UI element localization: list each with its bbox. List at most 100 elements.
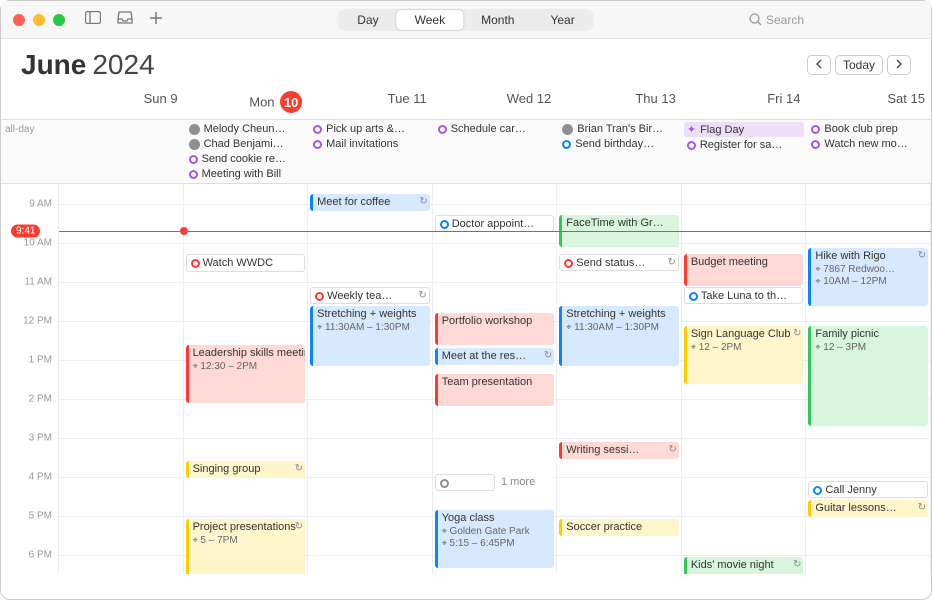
- event-title: FaceTime with Gr…: [566, 217, 663, 229]
- event-dot: [562, 140, 571, 149]
- day-column[interactable]: Budget meeting Take Luna to th… Sign Langu…: [682, 184, 807, 574]
- allday-col: Pick up arts &…Mail invitations: [308, 120, 433, 183]
- allday-event[interactable]: Register for sa…: [684, 138, 805, 152]
- calendar-event[interactable]: Guitar lessons…↻: [808, 500, 928, 517]
- event-title: Send status…: [576, 257, 645, 269]
- calendar-event[interactable]: Yoga class⌖ Golden Gate Park⌖ 5:15 – 6:4…: [435, 510, 555, 568]
- calendar-event[interactable]: Watch WWDC: [186, 254, 306, 272]
- allday-event[interactable]: Book club prep: [808, 122, 929, 136]
- calendar-event[interactable]: Soccer practice: [559, 519, 679, 536]
- event-title: Watch WWDC: [203, 257, 273, 269]
- allday-event[interactable]: Meeting with Bill: [186, 167, 307, 181]
- day-column[interactable]: FaceTime with Gr… Send status…↻ Stretching…: [557, 184, 682, 574]
- calendar-event[interactable]: Stretching + weights ⌖ 11:30AM – 1:30PM: [559, 306, 679, 366]
- calendar-event[interactable]: Send status…↻: [559, 254, 679, 271]
- event-title: Book club prep: [824, 123, 897, 135]
- minimize-window[interactable]: [33, 14, 45, 26]
- calendar-event[interactable]: Weekly tea…↻: [310, 287, 430, 304]
- hour-label: 5 PM: [29, 511, 52, 522]
- calendar-event[interactable]: Kids' movie night↻: [684, 557, 804, 574]
- day-header-cell: Sun 9: [59, 87, 184, 119]
- calendar-event[interactable]: Call Jenny: [808, 481, 928, 498]
- today-button[interactable]: Today: [835, 55, 883, 75]
- hour-label: 12 PM: [23, 316, 52, 327]
- event-dot: [440, 220, 449, 229]
- allday-event[interactable]: ✦Flag Day: [684, 122, 805, 137]
- day-column[interactable]: Hike with Rigo⌖ 7867 Redwoo…⌖ 10AM – 12P…: [806, 184, 931, 574]
- calendar-event[interactable]: Family picnic⌖ 12 – 3PM: [808, 326, 928, 426]
- recurring-icon: ↻: [295, 521, 303, 534]
- calendar-event[interactable]: Doctor appoint…: [435, 215, 555, 232]
- now-time-badge: 9:41: [11, 225, 40, 238]
- next-week-button[interactable]: [887, 55, 911, 75]
- event-title: Call Jenny: [825, 484, 876, 496]
- nav-buttons: Today: [807, 55, 911, 75]
- recurring-icon: ↻: [793, 328, 801, 341]
- calendar-event[interactable]: Stretching + weights⌖ 11:30AM – 1:30PM: [310, 306, 430, 366]
- now-line: [59, 231, 931, 232]
- day-column[interactable]: [59, 184, 184, 574]
- allday-event[interactable]: Mail invitations: [310, 137, 431, 151]
- week-grid[interactable]: 9 AM10 AM11 AM12 PM1 PM2 PM3 PM4 PM5 PM6…: [1, 184, 931, 574]
- location-icon: ⌖: [815, 264, 820, 274]
- calendar-event[interactable]: Meet at the res…↻: [435, 348, 555, 365]
- event-dot: [189, 155, 198, 164]
- allday-event[interactable]: Send cookie re…: [186, 152, 307, 166]
- view-week[interactable]: Week: [397, 10, 463, 30]
- hour-label: 10 AM: [24, 238, 52, 249]
- holiday-icon: ✦: [687, 123, 696, 136]
- calendar-event[interactable]: Writing sessi…↻: [559, 442, 679, 459]
- view-month[interactable]: Month: [463, 10, 532, 30]
- calendar-event[interactable]: Meet for coffee↻: [310, 194, 430, 211]
- event-dot: [689, 292, 698, 301]
- allday-event[interactable]: Pick up arts &…: [310, 122, 431, 136]
- event-dot: [562, 124, 573, 135]
- event-dot: [440, 479, 449, 488]
- sidebar-toggle-icon[interactable]: [85, 11, 101, 29]
- event-title: Project presentations: [193, 521, 296, 533]
- calendar-event[interactable]: Sign Language Club⌖ 12 – 2PM↻: [684, 326, 804, 384]
- calendar-event[interactable]: Singing group↻: [186, 461, 306, 478]
- event-time: ⌖ 11:30AM – 1:30PM: [566, 322, 675, 335]
- event-time: ⌖ 12 – 3PM: [815, 342, 924, 355]
- day-column[interactable]: Doctor appoint… Portfolio workshop Meet at…: [433, 184, 558, 574]
- calendar-event[interactable]: Project presentations⌖ 5 – 7PM↻: [186, 519, 306, 574]
- calendar-event[interactable]: Leadership skills meeting⌖ 12:30 – 2PM: [186, 345, 306, 403]
- allday-event[interactable]: Chad Benjami…: [186, 137, 307, 151]
- chevron-right-icon: [895, 59, 903, 69]
- event-title: Take Luna to th…: [701, 290, 787, 302]
- inbox-icon[interactable]: [117, 11, 133, 29]
- event-dot: [191, 259, 200, 268]
- allday-event[interactable]: Schedule car…: [435, 122, 556, 136]
- time-column: 9 AM10 AM11 AM12 PM1 PM2 PM3 PM4 PM5 PM6…: [1, 184, 59, 574]
- fullscreen-window[interactable]: [53, 14, 65, 26]
- allday-label: all-day: [1, 120, 59, 183]
- allday-event[interactable]: Melody Cheun…: [186, 122, 307, 136]
- calendar-event[interactable]: Hike with Rigo⌖ 7867 Redwoo…⌖ 10AM – 12P…: [808, 248, 928, 306]
- event-dot: [564, 259, 573, 268]
- allday-col: [59, 120, 184, 183]
- view-day[interactable]: Day: [339, 10, 396, 30]
- calendar-event[interactable]: Portfolio workshop: [435, 313, 555, 345]
- day-column[interactable]: Watch WWDC Leadership skills meeting⌖ 12:…: [184, 184, 309, 574]
- recurring-icon: ↻: [793, 559, 801, 572]
- view-year[interactable]: Year: [532, 10, 592, 30]
- allday-event[interactable]: Watch new mo…: [808, 137, 929, 151]
- calendar-event[interactable]: Take Luna to th…: [684, 287, 804, 304]
- add-event-icon[interactable]: [149, 11, 163, 29]
- event-title: Stretching + weights: [566, 308, 665, 320]
- allday-event[interactable]: Send birthday…: [559, 137, 680, 151]
- more-events[interactable]: 1 more: [497, 474, 554, 491]
- prev-week-button[interactable]: [807, 55, 831, 75]
- search-field[interactable]: Search: [749, 13, 919, 27]
- hour-label: 11 AM: [24, 277, 52, 288]
- event-dot: [189, 139, 200, 150]
- close-window[interactable]: [13, 14, 25, 26]
- calendar-event[interactable]: Meeting…: [435, 474, 495, 491]
- calendar-event[interactable]: Team presentation: [435, 374, 555, 406]
- allday-col: Book club prep Watch new mo…: [806, 120, 931, 183]
- event-time: ⌖ 10AM – 12PM: [815, 276, 924, 289]
- day-column[interactable]: Meet for coffee↻ Weekly tea…↻ Stretching +…: [308, 184, 433, 574]
- allday-event[interactable]: Brian Tran's Bir…: [559, 122, 680, 136]
- calendar-event[interactable]: Budget meeting: [684, 254, 804, 286]
